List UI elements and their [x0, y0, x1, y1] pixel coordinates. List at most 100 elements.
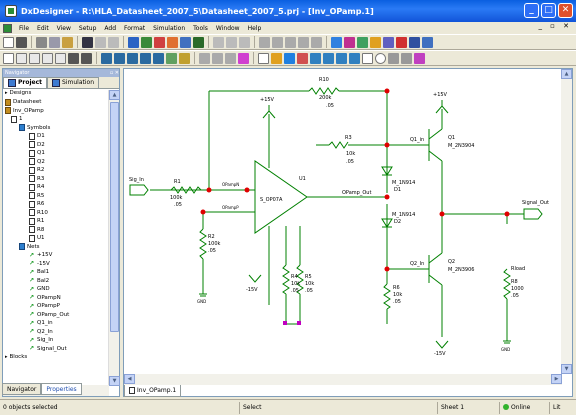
panel-close-icon[interactable]: ▫ ✕ — [110, 70, 119, 76]
menu-help[interactable]: Help — [244, 25, 266, 32]
tree-node[interactable]: R4 — [29, 183, 44, 191]
pan-icon[interactable] — [68, 52, 79, 64]
schematic-drawing[interactable]: Sig_In Signal_Out R10 200k .05 R1 100k .… — [124, 69, 562, 374]
analysis-icon[interactable] — [370, 36, 381, 48]
tree-node[interactable]: ▸ Designs — [5, 90, 31, 96]
snap-icon[interactable] — [212, 52, 223, 64]
attribute-icon[interactable] — [414, 52, 425, 64]
tree-node[interactable]: R8 — [29, 226, 44, 233]
text-icon[interactable] — [310, 52, 321, 64]
tree-node[interactable]: ↗ Sig_In — [29, 337, 53, 344]
probe-icon[interactable] — [344, 36, 355, 48]
scroll-up-icon[interactable]: ▲ — [109, 90, 120, 100]
highlight-icon[interactable] — [238, 52, 249, 64]
tab-simulation[interactable]: Simulation — [47, 77, 99, 88]
probe-place-icon[interactable] — [284, 52, 295, 64]
tree-node[interactable]: R2 — [29, 166, 44, 174]
menu-tools[interactable]: Tools — [189, 25, 212, 32]
canvas-scroll-left-icon[interactable]: ◀ — [124, 374, 135, 384]
tree-node[interactable]: R10 — [29, 209, 48, 216]
close-button[interactable]: ✕ — [558, 3, 573, 18]
delete-icon[interactable] — [213, 36, 224, 48]
pin-icon[interactable] — [323, 52, 334, 64]
zoom-out-icon[interactable] — [42, 52, 53, 64]
tree-node[interactable]: ↗ +15V — [29, 252, 52, 259]
undo-icon[interactable] — [95, 36, 106, 48]
waveform-icon[interactable] — [357, 36, 368, 48]
find-icon[interactable] — [82, 36, 93, 48]
zoom-fit-icon[interactable] — [55, 52, 66, 64]
simulate-icon[interactable] — [331, 36, 342, 48]
arc-icon[interactable] — [349, 52, 360, 64]
align-right-icon[interactable] — [272, 36, 283, 48]
canvas-scroll-down-icon[interactable]: ▼ — [561, 364, 572, 374]
new-icon[interactable] — [3, 36, 14, 48]
tree-node[interactable]: Nets — [19, 243, 40, 250]
add-net-icon[interactable] — [114, 52, 125, 64]
cut-icon[interactable] — [36, 36, 47, 48]
tree-node[interactable]: Q1 — [29, 149, 45, 157]
font-icon[interactable] — [401, 52, 412, 64]
redo-icon[interactable] — [108, 36, 119, 48]
rectangle-icon[interactable] — [362, 52, 373, 64]
tab-properties[interactable]: Properties — [41, 383, 82, 395]
add-label-icon[interactable] — [140, 52, 151, 64]
paste-icon[interactable] — [62, 36, 73, 48]
push-icon[interactable] — [128, 36, 139, 48]
menu-add[interactable]: Add — [100, 25, 120, 32]
tree-node[interactable]: 1 — [11, 115, 23, 123]
tree-node[interactable]: ↗ -15V — [29, 260, 50, 267]
marker-icon[interactable] — [383, 36, 394, 48]
rotate-icon[interactable] — [239, 36, 250, 48]
tree-node[interactable]: Inv_OPamp — [5, 107, 44, 114]
tree-node[interactable]: D1 — [29, 132, 45, 140]
netlist-icon[interactable] — [180, 36, 191, 48]
results-icon[interactable] — [409, 36, 420, 48]
schematic-canvas[interactable]: Sig_In Signal_Out R10 200k .05 R1 100k .… — [124, 69, 562, 374]
tree-node[interactable]: ↗ Bal2 — [29, 277, 49, 284]
selection-marker[interactable] — [283, 321, 287, 325]
tree-node[interactable]: Datasheet — [5, 98, 41, 106]
crs-icon[interactable] — [154, 36, 165, 48]
hierarchy-icon[interactable] — [225, 52, 236, 64]
tree-node[interactable]: ↗ Bal1 — [29, 269, 49, 276]
align-left-icon[interactable] — [259, 36, 270, 48]
tree-node[interactable]: R3 — [29, 175, 44, 182]
tree-node[interactable]: R1 — [29, 217, 44, 225]
mirror-icon[interactable] — [226, 36, 237, 48]
polyline-icon[interactable] — [388, 52, 399, 64]
menu-setup[interactable]: Setup — [75, 25, 100, 32]
minimize-button[interactable]: _ — [524, 3, 539, 18]
tree-node[interactable]: ↗ GND — [29, 286, 50, 293]
line-icon[interactable] — [336, 52, 347, 64]
scroll-down-icon[interactable]: ▼ — [109, 376, 120, 386]
zoom-area-icon[interactable] — [16, 52, 27, 64]
tree-node[interactable]: ↗ OPamp_Out — [29, 311, 69, 318]
tree-scroll-thumb[interactable] — [110, 102, 119, 332]
zoom-in-icon[interactable] — [29, 52, 40, 64]
menu-edit[interactable]: Edit — [33, 25, 53, 32]
menu-view[interactable]: View — [53, 25, 75, 32]
refresh-icon[interactable] — [81, 52, 92, 64]
canvas-scroll-up-icon[interactable]: ▲ — [561, 69, 572, 79]
tab-inv-opamp[interactable]: Inv_OPamp.1 — [124, 385, 182, 397]
flag-icon[interactable] — [297, 52, 308, 64]
grid-icon[interactable] — [199, 52, 210, 64]
help-icon[interactable] — [422, 36, 433, 48]
add-ground-icon[interactable] — [179, 52, 190, 64]
document-icon[interactable] — [3, 23, 12, 33]
library-icon[interactable] — [193, 36, 204, 48]
tab-project[interactable]: Project — [3, 77, 48, 88]
menu-simulation[interactable]: Simulation — [149, 25, 189, 32]
canvas-vertical-scrollbar[interactable]: ▲ ▼ — [561, 69, 572, 374]
selection-marker[interactable] — [297, 321, 301, 325]
copy-icon[interactable] — [49, 36, 60, 48]
tree-node[interactable]: ↗ Q2_In — [29, 328, 53, 335]
menu-window[interactable]: Window — [212, 25, 244, 32]
tree-node[interactable]: Symbols — [19, 124, 50, 131]
menu-file[interactable]: File — [15, 25, 33, 32]
tree-node[interactable]: R6 — [29, 200, 44, 208]
print-icon[interactable] — [16, 36, 27, 48]
stop-icon[interactable] — [396, 36, 407, 48]
add-port-icon[interactable] — [153, 52, 164, 64]
